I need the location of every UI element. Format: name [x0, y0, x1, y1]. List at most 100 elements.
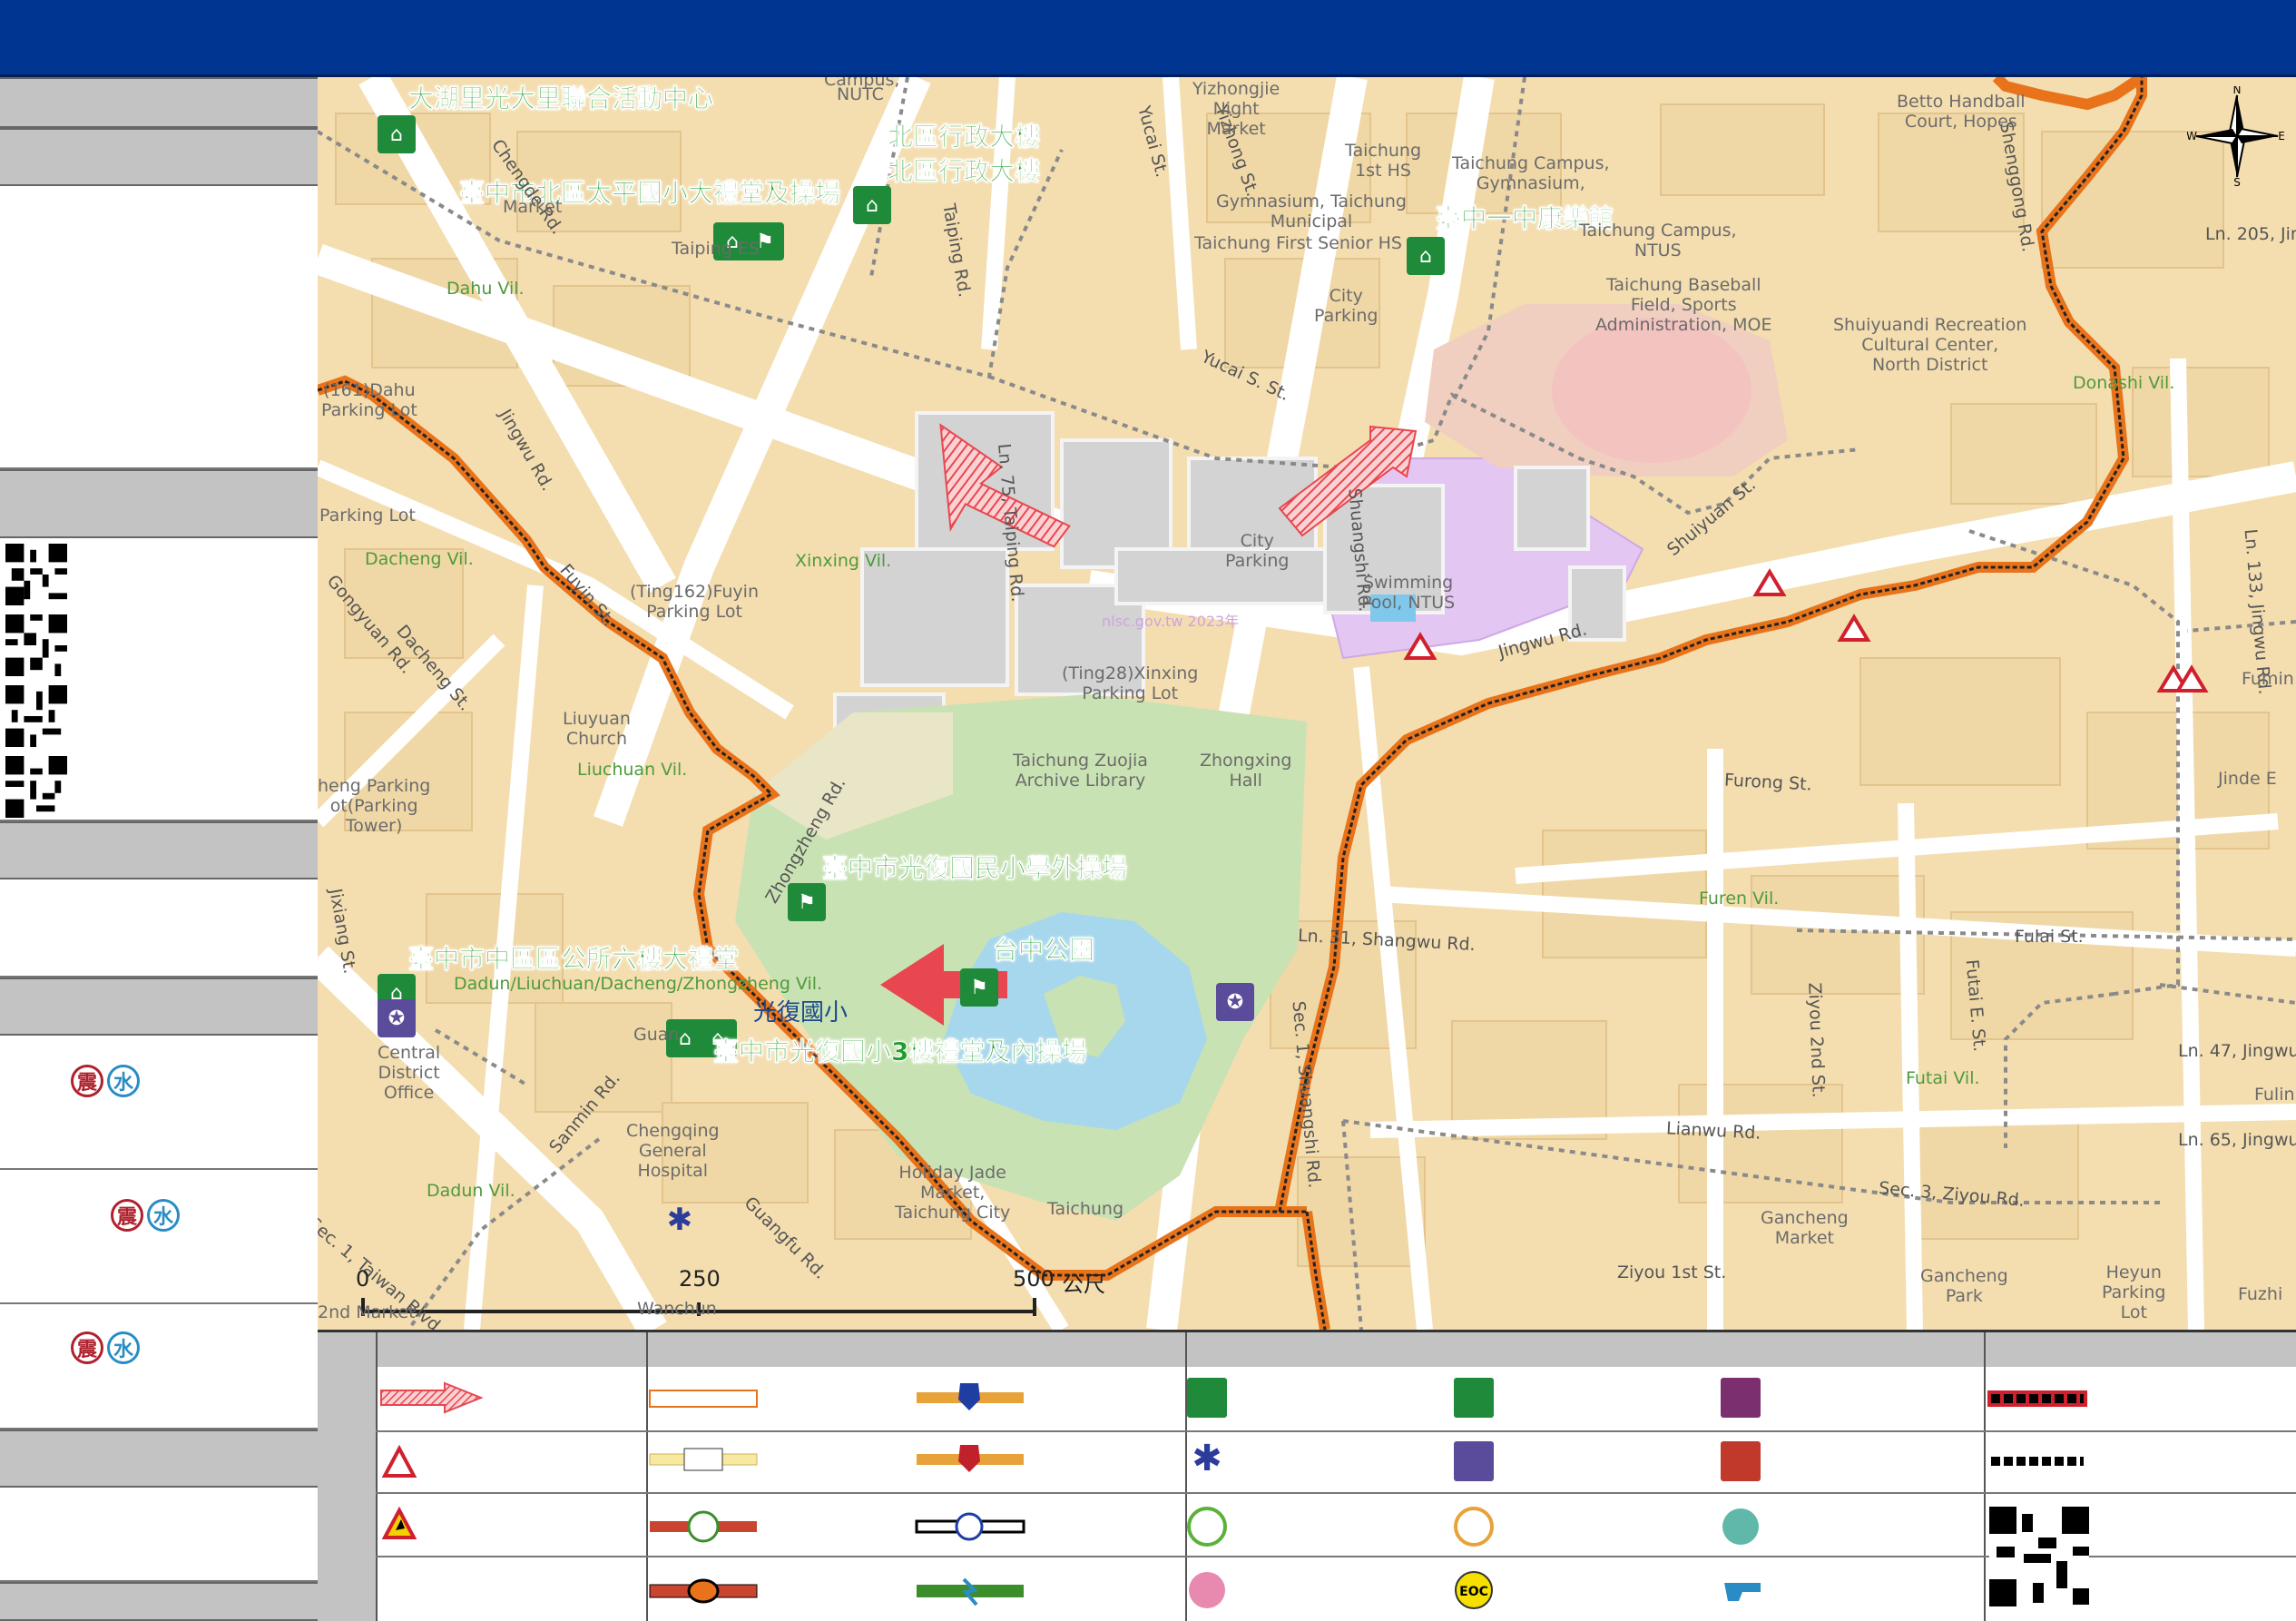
place-label: Zhongxing Hall: [1200, 751, 1292, 791]
place-label: Taichung Zuojia Archive Library: [1013, 751, 1148, 791]
legend-panel: ✱ EOC: [318, 1330, 2296, 1621]
sidebar-header-7: [0, 1582, 318, 1621]
place-label: Chengqing General Hospital: [626, 1121, 720, 1181]
village-label: Liuchuan Vil.: [577, 760, 688, 780]
scale-tick-label: 0: [356, 1266, 370, 1292]
place-label: Fulin: [2254, 1085, 2295, 1105]
place-label: City Parking: [1225, 531, 1290, 571]
national-highway-icon: [917, 1383, 1024, 1410]
shelter-label[interactable]: 臺中市光復國民小學外操場: [822, 849, 1128, 885]
shelter-house-icon[interactable]: ⌂: [853, 186, 891, 224]
evacuation-site-icon[interactable]: ⚑: [788, 883, 826, 921]
place-label: Betto Handball Court, Hopes: [1897, 92, 2026, 132]
title-bar: [0, 0, 2296, 77]
qr-code-icon[interactable]: [5, 756, 67, 818]
place-label: Jinde E: [2218, 769, 2277, 789]
place-label: 2nd Market: [318, 1302, 416, 1322]
shelter-label[interactable]: 北區行政大樓: [888, 117, 1041, 153]
road-label: Ln. 65, Jingwu Rd.: [2178, 1130, 2296, 1150]
place-label: Taichung Campus, NTUS: [1579, 221, 1737, 260]
evacuation-arrow-icon: [380, 1381, 484, 1414]
compass-e: E: [2278, 130, 2285, 142]
village-label: Xinxing Vil.: [795, 551, 892, 571]
shelter-house-icon[interactable]: ⌂: [378, 115, 416, 153]
place-label: Taichung Baseball Field, Sports Administ…: [1595, 275, 1772, 335]
village-label: Dadun/Liuchuan/Dacheng/Zhongzheng Vil.: [454, 974, 823, 994]
place-label: Central District Office: [378, 1043, 441, 1103]
qr-code-icon[interactable]: [5, 685, 67, 747]
earthquake-icon: 震: [71, 1065, 103, 1097]
evacuation-site-icon: [1187, 1378, 1227, 1418]
road-legend-icon: [649, 1448, 758, 1471]
provincial-road-icon: [650, 1510, 757, 1543]
hazard-badges: 震 水: [111, 1199, 180, 1232]
map-canvas[interactable]: N S E W ⌂ ⌂ ⚑ ⌂ ⌂ ⚑ ⚑ ⌂ ✪ ⌂ ⌂ ✪ ✱ 大湖里光大里…: [318, 77, 2296, 1330]
sidebar-header-2: [0, 128, 318, 186]
sidebar-header-3: [0, 469, 318, 538]
scale-tick-label: 500: [1013, 1266, 1055, 1292]
police-station-icon[interactable]: ✪: [378, 999, 416, 1037]
scale-unit-label: 公尺: [1062, 1272, 1105, 1297]
compass-s: S: [2233, 176, 2241, 186]
shelter-entry-3: 震 水: [0, 1304, 318, 1429]
service-center-icon: [1721, 1378, 1761, 1418]
qr-code-icon[interactable]: [5, 614, 67, 676]
hazard-badges: 震 水: [71, 1331, 140, 1364]
shelter-house-icon[interactable]: ⌂: [1407, 237, 1445, 275]
sidebar-box-2: [0, 879, 318, 978]
village-label: Dadun Vil.: [427, 1181, 515, 1201]
family-care-icon: [1189, 1572, 1225, 1608]
fire-station-icon: [1721, 1441, 1761, 1481]
shelter-label[interactable]: 台中公園: [993, 930, 1095, 967]
place-label: Shuiyuandi Recreation Cultural Center, N…: [1833, 315, 2027, 375]
elderly-care-icon: [1454, 1507, 1494, 1547]
village-label: Futai Vil.: [1906, 1068, 1980, 1088]
wheelchair-icon: [1187, 1507, 1227, 1547]
place-label: heng Parking ot(Parking Tower): [318, 776, 431, 836]
police-station-icon: [1454, 1441, 1494, 1481]
village-label: Donashi Vil.: [2073, 373, 2175, 393]
county-road-icon: [649, 1578, 758, 1604]
place-label: Heyun Parking Lot: [2102, 1262, 2166, 1322]
expressway-icon: [917, 1445, 1024, 1472]
flood-icon: 水: [107, 1065, 140, 1097]
shelter-label[interactable]: 臺中市中區區公所六樓大禮堂: [408, 939, 740, 976]
compass-w: W: [2187, 130, 2197, 142]
police-station-icon[interactable]: ✪: [1216, 983, 1254, 1021]
place-label: Taichung 1st HS: [1345, 141, 1422, 181]
svg-text:✱: ✱: [1192, 1438, 1222, 1479]
shelter-entry-1: 震 水: [0, 1036, 318, 1170]
shelter-label[interactable]: 臺中市光復國小3樓禮堂及內操場: [713, 1032, 1087, 1068]
district-boundary-icon: [1987, 1390, 2087, 1407]
compass-n: N: [2233, 86, 2242, 96]
road-label: Ln. 205, Jingwu Rd.: [2205, 224, 2296, 244]
earthquake-icon: 震: [71, 1331, 103, 1364]
earthquake-icon: 震: [111, 1199, 143, 1232]
place-label: Gancheng Market: [1761, 1208, 1849, 1248]
place-label: (Ting162)Fuyin Parking Lot: [630, 582, 759, 622]
place-label: (Ting28)Xinxing Parking Lot: [1062, 663, 1199, 703]
flood-icon: 水: [107, 1331, 140, 1364]
evacuation-site-icon[interactable]: ⚑: [960, 968, 998, 1007]
road-label: Ziyou 1st St.: [1617, 1262, 1727, 1282]
medical-star-icon[interactable]: ✱: [661, 1201, 699, 1239]
hsr-icon: [917, 1577, 1024, 1606]
road-legend-icon: [649, 1390, 758, 1408]
shelter-label[interactable]: 大湖里光大里聯合活動中心: [408, 79, 714, 115]
village-label: Furen Vil.: [1699, 889, 1780, 909]
qr-code-icon[interactable]: [5, 544, 67, 605]
helicopter-icon: [1724, 1583, 1761, 1601]
flood-icon: 水: [147, 1199, 180, 1232]
destination-label[interactable]: 光復國小: [753, 994, 848, 1027]
place-label: Guan: [633, 1025, 680, 1045]
place-label: Wanchun: [637, 1299, 717, 1319]
place-label: Parking Lot: [319, 506, 416, 526]
child-care-icon: [1722, 1508, 1759, 1545]
place-label: Market: [503, 197, 563, 217]
shelter-label[interactable]: 北區行政大樓: [888, 152, 1041, 188]
place-label: Taichung: [1047, 1199, 1124, 1219]
shelter-house-icon: [1454, 1378, 1494, 1418]
sidebar-header-4: [0, 821, 318, 879]
place-label: Fuzhi: [2238, 1284, 2283, 1304]
place-label: Gymnasium, Taichung Municipal: [1216, 192, 1407, 231]
